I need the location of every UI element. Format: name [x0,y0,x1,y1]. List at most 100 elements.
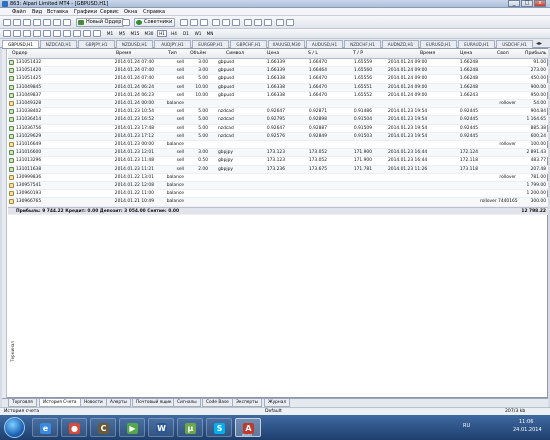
col-profit[interactable]: Прибыль [525,51,546,56]
autoscroll-icon[interactable] [244,19,252,26]
history-row[interactable]: 131029629 2014.01.23 17:12 sell 5.00 nzdcad 0… [8,132,548,141]
templates-icon[interactable] [286,19,294,26]
timeframe-m30[interactable]: M30 [143,30,155,37]
market-watch-icon[interactable] [23,19,31,26]
chart-line-icon[interactable] [200,19,208,26]
chart-tab-nzdchf[interactable]: NZDCHF,H1 [344,40,381,48]
menu-view[interactable]: Вид [32,9,42,15]
tab-signals[interactable]: Сигналы [173,399,201,407]
col-close-price[interactable]: Цена [460,51,472,56]
taskbar-app-button[interactable]: e [32,418,58,437]
profiles-icon[interactable] [13,19,21,26]
history-row[interactable]: 131036414 2014.01.23 16:52 sell 5.00 nzdcad 0… [8,116,548,125]
indicators-icon[interactable] [264,19,272,26]
col-tp[interactable]: T / P [353,51,363,56]
tab-alerts[interactable]: Алерты [106,399,131,407]
fibonacci-icon[interactable] [63,30,71,37]
chart-shift-icon[interactable] [254,19,262,26]
col-price[interactable]: Цена [267,51,279,56]
taskbar-app-button[interactable]: W [148,418,174,437]
tab-trade[interactable]: Торговля [8,399,37,407]
tab-mailbox[interactable]: Почтовый ящик [132,399,176,407]
chart-tab-usdchf[interactable]: USDCHF,H1 [496,40,533,48]
col-symbol[interactable]: Символ [226,51,244,56]
history-row[interactable]: 131049328 2014.01.24 00:00 balance rollover… [8,100,548,109]
history-row[interactable]: 131051420 2014.01.24 07:40 sell 3.00 gbpusd 1… [8,67,548,76]
history-row[interactable]: 131049845 2014.01.24 06:24 sell 10.00 gbpusd… [8,83,548,92]
taskbar-app-button[interactable]: µ [177,418,203,437]
taskbar-app-button[interactable]: ▶ [119,418,145,437]
history-row[interactable]: 131013296 2014.01.23 11:48 sell 0.50 gbpjpy 1… [8,157,548,166]
menu-help[interactable]: Справка [143,9,165,15]
history-row[interactable]: 130999836 2014.01.22 13:01 balance rollover… [8,174,548,182]
tile-windows-icon[interactable] [232,19,240,26]
arrows-icon[interactable] [93,30,101,37]
chart-tab-eurusd[interactable]: EURUSD,H1 [420,40,457,48]
expert-advisors-button[interactable]: Советники [134,18,176,27]
chart-tab-gbpjpy[interactable]: GBPJPY,H1 [78,40,115,48]
minimize-button[interactable]: _ [508,0,520,7]
equidistant-channel-icon[interactable] [53,30,61,37]
periods-icon[interactable] [276,19,284,26]
vertical-line-icon[interactable] [23,30,31,37]
tab-scroll-icon[interactable]: ◂▸ [536,40,542,47]
taskbar-app-button[interactable]: C [90,418,116,437]
tab-account-history[interactable]: История Счета [39,399,81,407]
col-swap[interactable]: Своп [497,51,509,56]
tab-experts[interactable]: Эксперты [232,399,263,407]
chart-tab-audusd[interactable]: AUDUSD,H1 [306,40,343,48]
col-order[interactable]: Ордер [12,51,27,56]
col-close-time[interactable]: Время [420,51,435,56]
chart-candles-icon[interactable] [190,19,198,26]
history-row[interactable]: 131011638 2014.01.23 11:21 sell 2.00 gbpjpy 1… [8,165,548,174]
zoom-out-icon[interactable] [222,19,230,26]
trendline-icon[interactable] [43,30,51,37]
menu-charts[interactable]: Графики [74,9,97,15]
cursor-icon[interactable] [3,30,11,37]
chart-tab-audjpy[interactable]: AUDJPY,H1 [154,40,191,48]
history-row[interactable]: 131038402 2014.01.23 10:54 sell 5.00 nzdcad 0… [8,108,548,117]
tab-journal[interactable]: Журнал [264,399,291,407]
history-row[interactable]: 131016600 2014.01.23 12:01 sell 3.00 gbpjpy 1… [8,149,548,158]
col-type[interactable]: Тип [168,51,177,56]
history-row[interactable]: 130960193 2014.01.22 11:00 balance 1 200.00 [8,190,548,199]
timeframe-m15[interactable]: M15 [129,30,141,37]
taskbar-app-button[interactable]: ● [61,418,87,437]
col-volume[interactable]: Объём [190,51,206,56]
history-row[interactable]: 131016649 2014.01.23 00:00 balance rollover… [8,141,548,150]
clock-time[interactable]: 11:06 [519,419,533,425]
menu-tools[interactable]: Сервис [100,9,119,15]
chart-tab-eurgbp[interactable]: EURGBP,H1 [192,40,229,48]
menu-windows[interactable]: Окна [124,9,137,15]
zoom-in-icon[interactable] [212,19,220,26]
maximize-button[interactable]: □ [521,0,533,7]
chart-tab-euraud[interactable]: EURAUD,H1 [458,40,495,48]
chart-tab-xauusd[interactable]: XAUUSD,M30 [268,40,305,48]
taskbar-app-button[interactable]: S [206,418,232,437]
clock-date[interactable]: 24.01.2014 [513,427,542,433]
text-label-icon[interactable] [83,30,91,37]
timeframe-h4[interactable]: H4 [169,30,179,37]
history-row[interactable]: 131049837 2014.01.24 06:23 sell 10.00 gbpusd… [8,92,548,100]
terminal-icon[interactable] [53,19,61,26]
history-row[interactable]: 131051432 2014.01.24 07:40 sell 3.00 gbpusd 1… [8,59,548,68]
history-row[interactable]: 131051425 2014.01.24 07:40 sell 5.00 gbpusd 1… [8,75,548,84]
timeframe-w1[interactable]: W1 [193,30,203,37]
data-window-icon[interactable] [33,19,41,26]
text-tool-icon[interactable] [73,30,81,37]
tester-icon[interactable] [63,19,71,26]
taskbar-app-button[interactable]: Aalpari [235,418,261,437]
chart-tab-nzdcad[interactable]: NZDCAD,H1 [40,40,77,48]
horizontal-line-icon[interactable] [33,30,41,37]
timeframe-m5[interactable]: M5 [117,30,127,37]
metaeditor-icon[interactable] [122,19,130,26]
history-row[interactable]: 130966765 2014.01.21 10:49 balance rollover… [8,198,548,207]
chart-tab-gbpchf[interactable]: GBPCHF,H1 [230,40,267,48]
timeframe-m1[interactable]: M1 [105,30,115,37]
tab-code-base[interactable]: Code Base [202,399,233,407]
menu-file[interactable]: Файл [12,9,26,15]
col-time[interactable]: Время [116,51,131,56]
timeframe-h1[interactable]: H1 [157,30,167,37]
tab-news[interactable]: Новости [80,399,107,407]
crosshair-icon[interactable] [13,30,21,37]
